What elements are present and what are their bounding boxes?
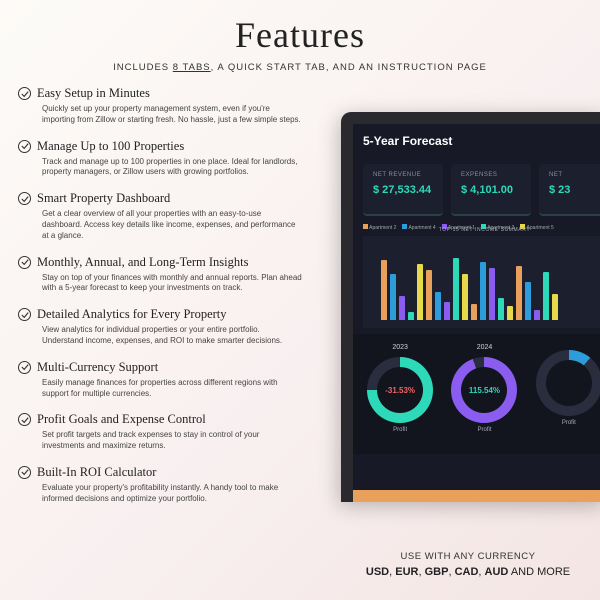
kpi-row: NET REVENUE $ 27,533.44EXPENSES $ 4,101.… — [353, 164, 600, 216]
feature-item: Monthly, Annual, and Long-Term Insights … — [18, 255, 323, 295]
legend-item: Apartment 2 — [363, 224, 396, 231]
feature-desc: View analytics for individual properties… — [42, 325, 302, 347]
subtitle-post: , A QUICK START TAB, AND AN INSTRUCTION … — [211, 62, 487, 73]
check-icon — [18, 256, 31, 269]
bar — [507, 306, 513, 320]
bar — [525, 282, 531, 320]
feature-item: Easy Setup in Minutes Quickly set up you… — [18, 86, 323, 126]
bar — [390, 274, 396, 320]
donut-year: 2023 — [363, 344, 437, 351]
feature-title: Built-In ROI Calculator — [37, 465, 156, 480]
feature-title: Smart Property Dashboard — [37, 191, 170, 206]
feature-item: Manage Up to 100 Properties Track and ma… — [18, 139, 323, 179]
kpi-value: $ 27,533.44 — [373, 184, 433, 196]
bar — [453, 258, 459, 320]
feature-desc: Stay on top of your finances with monthl… — [42, 273, 302, 295]
kpi-value: $ 23 — [549, 184, 600, 196]
currency-line2: USD, EUR, GBP, CAD, AUD AND MORE — [358, 566, 578, 578]
donut-row: 2023 -31.53% Profit 2024 115.54% Profit … — [353, 334, 600, 454]
check-icon — [18, 192, 31, 205]
feature-desc: Track and manage up to 100 properties in… — [42, 157, 302, 179]
kpi-card: NET REVENUE $ 27,533.44 — [363, 164, 443, 216]
bar — [516, 266, 522, 320]
feature-title: Easy Setup in Minutes — [37, 86, 150, 101]
currency-line1: USE WITH ANY CURRENCY — [358, 551, 578, 562]
donut-label: Profit — [447, 427, 521, 433]
currency-tail: AND MORE — [508, 566, 570, 578]
bar — [471, 304, 477, 320]
feature-desc: Set profit targets and track expenses to… — [42, 430, 302, 452]
bar — [426, 270, 432, 320]
bar — [381, 260, 387, 320]
currency-block: USE WITH ANY CURRENCY USD, EUR, GBP, CAD… — [358, 551, 578, 578]
bar — [543, 272, 549, 320]
feature-item: Smart Property Dashboard Get a clear ove… — [18, 191, 323, 241]
bar — [552, 294, 558, 320]
bar-chart: TOP 15 NET INCOME SUMMARY — [363, 236, 600, 328]
chart-title: TOP 15 NET INCOME SUMMARY — [439, 227, 531, 233]
bar — [462, 274, 468, 320]
donut-ring: -31.53% — [367, 357, 433, 423]
kpi-card: NET $ 23 — [539, 164, 600, 216]
laptop-mockup: 5-Year Forecast NET REVENUE $ 27,533.44E… — [341, 112, 600, 502]
page-title: Features — [0, 0, 600, 56]
bar — [399, 296, 405, 320]
bar — [417, 264, 423, 320]
feature-desc: Get a clear overview of all your propert… — [42, 209, 302, 241]
donut-value: -31.53% — [385, 386, 415, 395]
feature-desc: Evaluate your property's profitability i… — [42, 483, 302, 505]
kpi-card: EXPENSES $ 4,101.00 — [451, 164, 531, 216]
subtitle-pre: INCLUDES — [113, 62, 173, 73]
bar — [489, 268, 495, 320]
feature-item: Profit Goals and Expense Control Set pro… — [18, 412, 323, 452]
check-icon — [18, 140, 31, 153]
dashboard-screen: 5-Year Forecast NET REVENUE $ 27,533.44E… — [353, 124, 600, 502]
donut-card: 2024 115.54% Profit — [447, 344, 521, 454]
check-icon — [18, 361, 31, 374]
kpi-value: $ 4,101.00 — [461, 184, 521, 196]
legend-item: Apartment 4 — [402, 224, 435, 231]
dashboard-title: 5-Year Forecast — [353, 124, 600, 156]
check-icon — [18, 308, 31, 321]
bar — [534, 310, 540, 320]
feature-item: Built-In ROI Calculator Evaluate your pr… — [18, 465, 323, 505]
bar — [444, 302, 450, 320]
feature-title: Manage Up to 100 Properties — [37, 139, 184, 154]
donut-label: Profit — [532, 420, 600, 426]
bars — [381, 250, 600, 320]
laptop-frame: 5-Year Forecast NET REVENUE $ 27,533.44E… — [341, 112, 600, 502]
kpi-label: NET REVENUE — [373, 172, 433, 178]
donut-card: Profit — [532, 344, 600, 454]
bar — [408, 312, 414, 320]
features-list: Easy Setup in Minutes Quickly set up you… — [18, 86, 323, 518]
donut-label: Profit — [363, 427, 437, 433]
subtitle: INCLUDES 8 TABS, A QUICK START TAB, AND … — [0, 62, 600, 73]
check-icon — [18, 87, 31, 100]
kpi-label: NET — [549, 172, 600, 178]
check-icon — [18, 466, 31, 479]
legend-swatch — [363, 224, 368, 229]
feature-desc: Quickly set up your property management … — [42, 104, 302, 126]
donut-ring — [536, 350, 600, 416]
bar — [435, 292, 441, 320]
bar — [480, 262, 486, 320]
subtitle-tabs: 8 TABS — [173, 62, 211, 73]
feature-title: Profit Goals and Expense Control — [37, 412, 206, 427]
feature-desc: Easily manage finances for properties ac… — [42, 378, 302, 400]
feature-title: Detailed Analytics for Every Property — [37, 307, 227, 322]
feature-item: Detailed Analytics for Every Property Vi… — [18, 307, 323, 347]
check-icon — [18, 413, 31, 426]
kpi-label: EXPENSES — [461, 172, 521, 178]
donut-ring: 115.54% — [451, 357, 517, 423]
accent-strip — [353, 490, 600, 502]
feature-item: Multi-Currency Support Easily manage fin… — [18, 360, 323, 400]
donut-card: 2023 -31.53% Profit — [363, 344, 437, 454]
feature-title: Monthly, Annual, and Long-Term Insights — [37, 255, 249, 270]
donut-value: 115.54% — [469, 386, 500, 395]
feature-title: Multi-Currency Support — [37, 360, 158, 375]
donut-year: 2024 — [447, 344, 521, 351]
legend-swatch — [402, 224, 407, 229]
bar — [498, 298, 504, 320]
